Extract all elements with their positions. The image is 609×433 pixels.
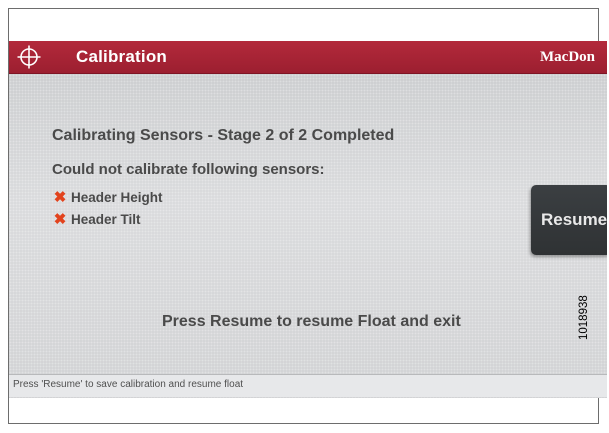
page-title: Calibration <box>76 47 167 66</box>
error-x-icon: ✖ <box>53 189 67 206</box>
failed-sensor-label: Header Tilt <box>71 211 141 227</box>
failed-sensor-item: ✖ Header Tilt <box>53 211 141 228</box>
display-screen: Calibration MacDon Calibrating Sensors -… <box>9 41 607 398</box>
calibration-status-heading: Calibrating Sensors - Stage 2 of 2 Compl… <box>52 127 395 144</box>
error-x-icon: ✖ <box>53 211 67 228</box>
status-bar: Press 'Resume' to save calibration and r… <box>9 374 607 397</box>
resume-button-label: Resume <box>541 210 607 229</box>
brand-logo: MacDon <box>540 49 595 65</box>
crosshair-icon <box>17 45 41 69</box>
failed-sensor-label: Header Height <box>71 189 163 205</box>
resume-button[interactable]: Resume <box>531 185 607 255</box>
title-bar: Calibration MacDon <box>9 41 607 74</box>
figure-id-label: 1018938 <box>578 295 590 340</box>
failed-sensor-item: ✖ Header Height <box>53 189 163 206</box>
status-text: Press 'Resume' to save calibration and r… <box>13 379 244 390</box>
failed-sensors-heading: Could not calibrate following sensors: <box>52 161 325 178</box>
instruction-text: Press Resume to resume Float and exit <box>162 313 461 330</box>
